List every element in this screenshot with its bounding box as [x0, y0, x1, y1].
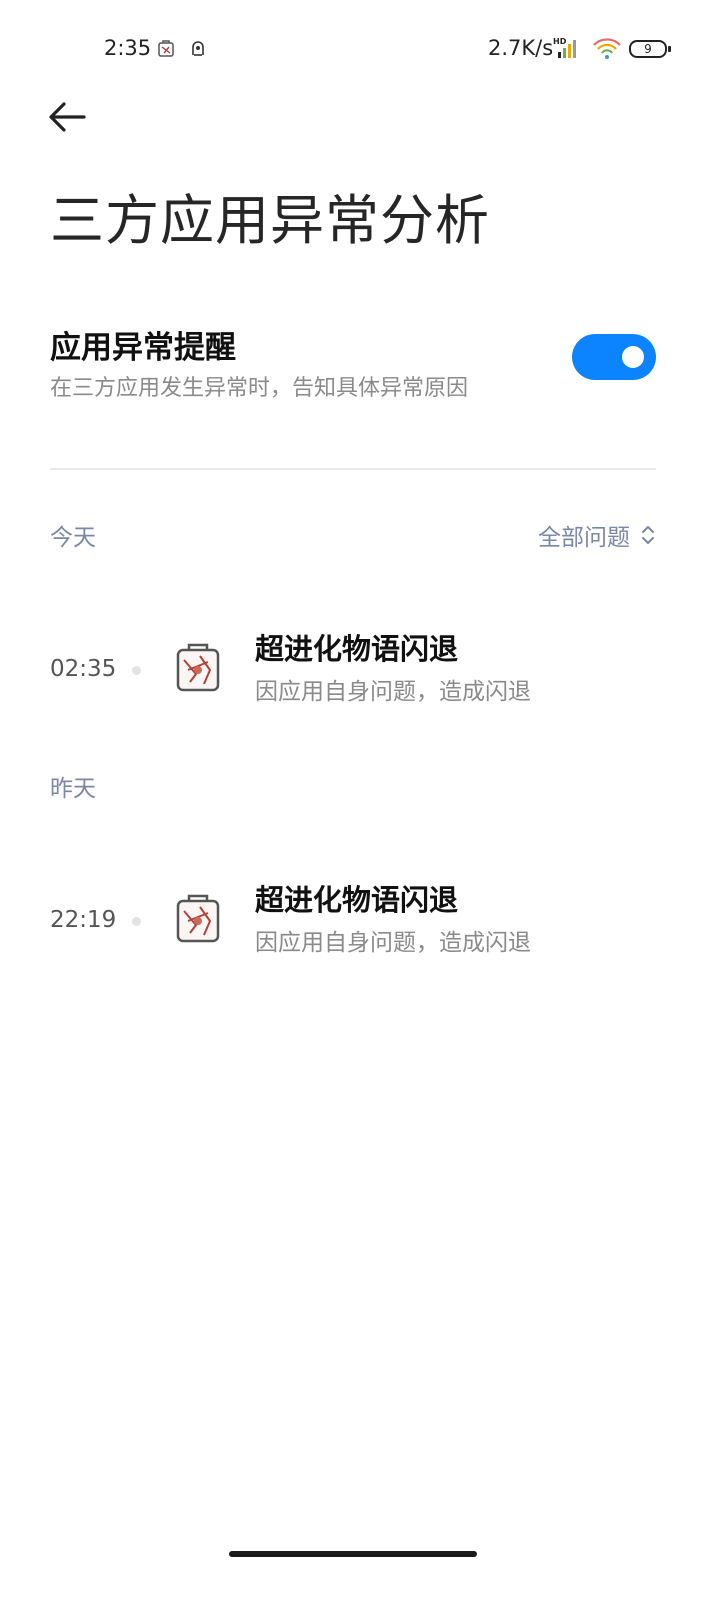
divider [50, 468, 656, 470]
chevron-up-down-icon [642, 526, 654, 544]
event-time: 22:19 [50, 907, 117, 933]
event-row[interactable]: 02:35 超进化物语闪退 因应用自身问题，造成闪退 [50, 626, 670, 706]
notification-app-icon [158, 40, 174, 57]
reminder-toggle[interactable] [572, 334, 656, 380]
home-indicator[interactable] [229, 1551, 477, 1557]
screen: 2:35 2.7K/s HD 9 三方应用异常分析 应用异常提醒 在三方应用发生… [0, 0, 720, 1600]
filter-dropdown[interactable]: 全部问题 [538, 518, 656, 552]
filter-label: 全部问题 [538, 525, 630, 551]
battery-indicator: 9 [629, 40, 671, 58]
network-speed: 2.7K/s [488, 36, 554, 60]
svg-text:HD: HD [553, 37, 567, 46]
notification-character-icon [192, 41, 204, 56]
setting-title: 应用异常提醒 [50, 330, 236, 366]
signal-hd-icon: HD [553, 37, 576, 58]
timeline-dot [132, 666, 141, 675]
event-subtitle: 因应用自身问题，造成闪退 [255, 930, 531, 956]
setting-subtitle: 在三方应用发生异常时，告知具体异常原因 [50, 376, 469, 401]
page-title: 三方应用异常分析 [50, 189, 490, 252]
app-icon [176, 894, 220, 943]
event-row[interactable]: 22:19 超进化物语闪退 因应用自身问题，造成闪退 [50, 877, 670, 957]
back-button[interactable] [44, 96, 92, 140]
event-time: 02:35 [50, 656, 117, 682]
toggle-knob [622, 346, 644, 368]
section-label-yesterday: 昨天 [50, 776, 96, 802]
section-label-today: 今天 [50, 525, 96, 551]
status-bar: 2:35 2.7K/s HD 9 [0, 0, 720, 96]
wifi-icon [593, 38, 621, 59]
arrow-left-icon [49, 102, 86, 132]
app-icon [176, 643, 220, 692]
event-title: 超进化物语闪退 [255, 632, 459, 666]
app-exception-reminder-setting[interactable]: 应用异常提醒 在三方应用发生异常时，告知具体异常原因 [50, 318, 656, 408]
event-subtitle: 因应用自身问题，造成闪退 [255, 679, 531, 705]
status-time: 2:35 [104, 36, 152, 60]
timeline-dot [132, 917, 141, 926]
event-title: 超进化物语闪退 [255, 883, 459, 917]
